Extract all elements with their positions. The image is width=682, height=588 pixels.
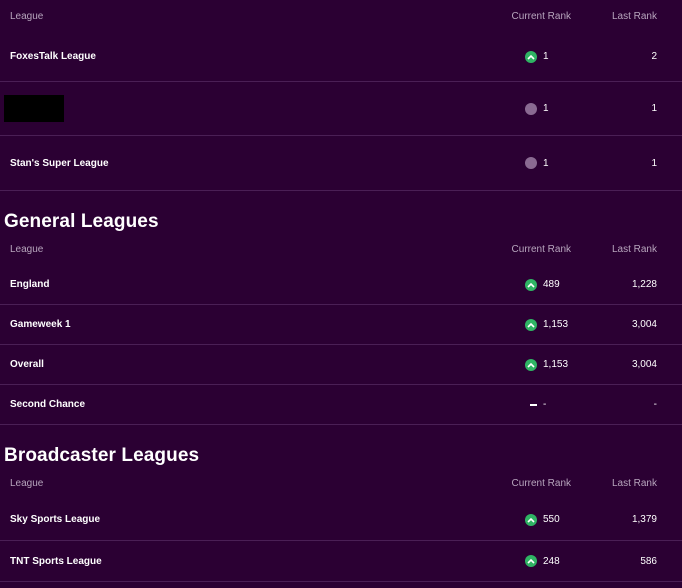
current-rank-value: 1,153 [543,319,569,330]
league-row[interactable]: Overall 1,153 3,004 [0,345,682,385]
header-last-rank: Last Rank [611,243,657,255]
header-league: League [10,243,44,255]
last-rank-value: 1 [651,103,657,114]
current-rank-value: 1 [543,51,549,62]
league-row[interactable]: Sky Sports League 550 1,379 [0,499,682,541]
private-leagues-table: League Current Rank Last Rank FoxesTalk … [0,0,682,191]
league-name[interactable]: Overall [0,359,411,370]
current-rank-value: 248 [543,555,560,567]
rank-up-icon [525,358,537,371]
section-title-broadcaster: Broadcaster Leagues [4,445,200,466]
rank-same-icon [525,157,537,169]
current-rank-cell: 1 [411,50,571,63]
rank-none-icon [530,403,537,406]
last-rank-value: - [653,399,657,410]
league-name[interactable]: Gameweek 1 [0,319,411,330]
league-name[interactable]: FoxesTalk League [0,51,411,62]
section-title-general: General Leagues [4,211,159,232]
league-row[interactable]: Second Chance - - [0,385,682,425]
table-header: League Current Rank Last Rank [0,233,682,265]
last-rank-value: 1 [651,157,657,169]
league-row[interactable]: FoxesTalk League 1 2 [0,32,682,82]
general-leagues-section: General Leagues League Current Rank Last… [0,191,682,425]
rank-same-icon [525,102,537,115]
current-rank-value: 550 [543,514,560,525]
last-rank-value: 586 [640,555,657,567]
current-rank-value: 1,153 [543,359,569,370]
league-name[interactable]: Sky Sports League [0,514,411,525]
current-rank-value: 1 [543,103,549,114]
league-row[interactable]: TNT Sports League 248 586 [0,541,682,582]
league-name[interactable]: Stan's Super League [0,158,411,169]
current-rank-cell: 1,153 [411,318,571,331]
current-rank-cell: 1 [411,102,571,115]
redacted-block [4,95,64,122]
last-rank-value: 1,379 [631,514,657,525]
current-rank-cell: 1 [411,157,571,169]
league-row[interactable]: Stan's Super League 1 1 [0,136,682,191]
rank-up-icon [525,318,537,331]
last-rank-value: 2 [651,51,657,62]
current-rank-value: 489 [543,279,560,290]
header-last-rank: Last Rank [611,477,657,489]
last-rank-value: 3,004 [631,319,657,330]
current-rank-value: - [543,399,547,410]
current-rank-cell: - [411,399,571,410]
header-league: League [10,10,44,22]
header-current-rank: Current Rank [511,243,571,255]
table-header: League Current Rank Last Rank [0,0,682,32]
broadcaster-leagues-section: Broadcaster Leagues League Current Rank … [0,425,682,582]
rank-up-icon [525,555,537,567]
current-rank-cell: 248 [411,555,571,567]
rank-up-icon [525,50,537,63]
league-row[interactable]: England 489 1,228 [0,265,682,305]
rank-up-icon [525,278,537,291]
last-rank-value: 1,228 [631,279,657,290]
header-current-rank: Current Rank [511,10,571,22]
header-league: League [10,477,44,489]
last-rank-value: 3,004 [631,359,657,370]
current-rank-value: 1 [543,157,549,169]
header-current-rank: Current Rank [511,477,571,489]
header-last-rank: Last Rank [611,10,657,22]
league-name-redacted[interactable] [0,95,411,122]
current-rank-cell: 489 [411,278,571,291]
league-name[interactable]: England [0,279,411,290]
league-row[interactable]: 1 1 [0,82,682,136]
league-name[interactable]: TNT Sports League [0,556,411,567]
current-rank-cell: 1,153 [411,358,571,371]
rank-up-icon [525,513,537,526]
current-rank-cell: 550 [411,513,571,526]
league-name[interactable]: Second Chance [0,399,411,410]
table-header: League Current Rank Last Rank [0,467,682,499]
leagues-page: League Current Rank Last Rank FoxesTalk … [0,0,682,588]
league-row[interactable]: Gameweek 1 1,153 3,004 [0,305,682,345]
